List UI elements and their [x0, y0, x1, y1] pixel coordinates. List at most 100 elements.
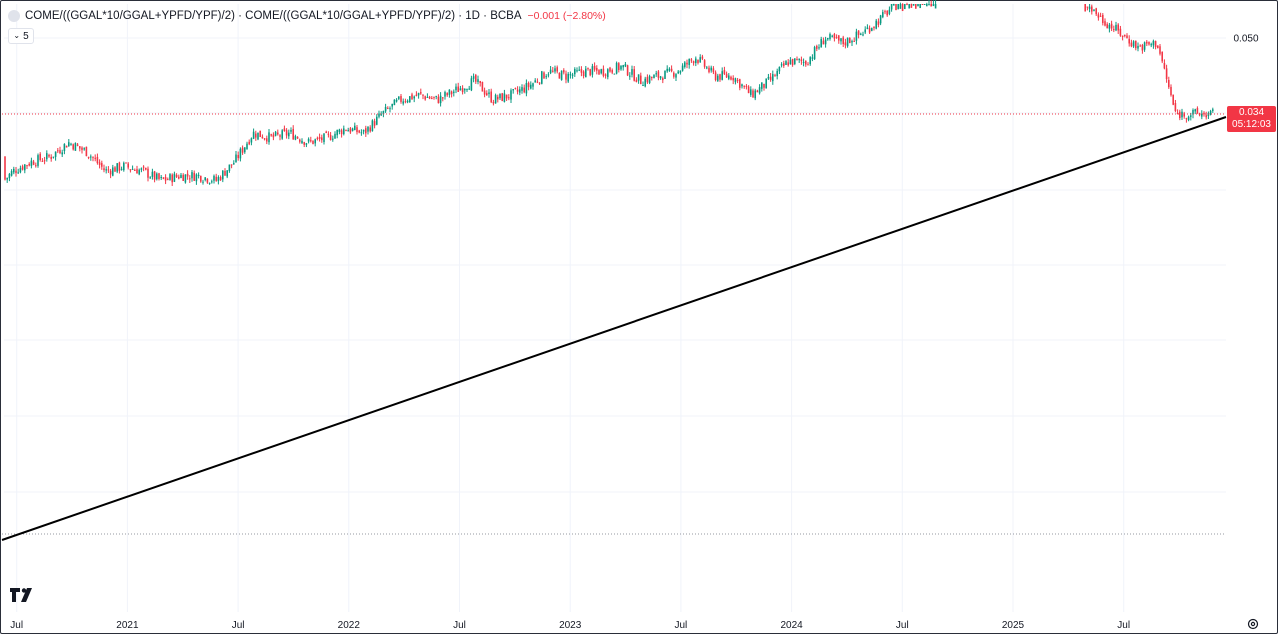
candle-body	[197, 174, 200, 176]
candle-body	[30, 160, 33, 166]
candle-body	[151, 171, 154, 177]
candle-body	[626, 65, 629, 76]
candle-body	[219, 177, 222, 181]
candle-body	[494, 94, 497, 104]
candle-body	[831, 35, 833, 37]
candle-body	[411, 94, 413, 100]
candle-body	[1117, 24, 1119, 31]
candle-body	[118, 162, 121, 171]
candle-body	[794, 58, 796, 65]
candle-body	[257, 132, 259, 140]
candle-body	[252, 131, 255, 139]
price-axis[interactable]: 0.050	[1233, 34, 1258, 45]
candle-body	[21, 166, 24, 170]
candle-body	[362, 129, 365, 132]
candle-body	[767, 76, 770, 79]
candle-body	[490, 91, 492, 103]
candle-body	[488, 92, 490, 95]
candle-body	[664, 70, 666, 79]
candle-body	[752, 90, 754, 98]
candle-body	[732, 77, 734, 81]
candle-body	[28, 164, 30, 166]
price-tick-label: 0.050	[1233, 34, 1258, 45]
bar-countdown: 05:12:03	[1232, 119, 1271, 130]
candle-body	[336, 130, 338, 136]
candle-body	[175, 175, 178, 177]
symbol-title[interactable]: COME/((GGAL*10/GGAL+YPFD/YPF)/2) · COME/…	[25, 10, 522, 22]
candle-body	[1097, 14, 1100, 18]
candle-body	[703, 60, 706, 67]
candle-body	[200, 175, 202, 182]
time-axis[interactable]: Jul 2021 Jul 2022 Jul 2023 Jul 2024 Jul 2025 Jul	[10, 620, 1130, 631]
candle-body	[895, 4, 897, 11]
candle-body	[404, 101, 407, 103]
current-price-label: 0.034 05:12:03	[1227, 106, 1276, 132]
candle-body	[316, 137, 319, 139]
candle-body	[226, 170, 228, 177]
candle-body	[338, 129, 341, 132]
candle-body	[862, 34, 864, 36]
candle-body	[684, 62, 686, 67]
candle-body	[596, 67, 598, 71]
candle-body	[501, 93, 503, 101]
candle-body	[241, 147, 244, 153]
candle-body	[195, 174, 198, 182]
candle-body	[604, 74, 607, 76]
candle-body	[721, 71, 723, 80]
candle-body	[888, 9, 891, 14]
time-tick-label: 2021	[116, 620, 139, 631]
candle-body	[112, 167, 114, 176]
candle-body	[444, 92, 446, 97]
gear-icon[interactable]	[1246, 617, 1260, 631]
candle-body	[63, 144, 66, 152]
candle-body	[395, 99, 398, 102]
candle-body	[1194, 109, 1196, 112]
candle-body	[1148, 41, 1150, 45]
candle-body	[1099, 15, 1102, 17]
candle-body	[1154, 41, 1157, 47]
candle-body	[217, 177, 220, 182]
candle-body	[582, 71, 585, 77]
candle-body	[109, 170, 112, 175]
candle-body	[189, 178, 191, 180]
candle-body	[536, 81, 539, 83]
candle-body	[180, 174, 182, 178]
candle-body	[312, 140, 314, 144]
candle-body	[354, 125, 356, 131]
candle-body	[1143, 42, 1146, 50]
collapse-legend-button[interactable]: ⌄ 5	[8, 28, 34, 44]
candle-body	[6, 177, 8, 180]
candle-body	[587, 67, 589, 69]
candle-body	[87, 156, 90, 158]
time-tick-label: Jul	[896, 620, 909, 631]
candle-body	[791, 58, 794, 66]
candle-body	[589, 69, 591, 76]
candle-body	[635, 79, 638, 82]
candle-body	[673, 72, 675, 77]
candle-body	[514, 88, 517, 90]
candle-body	[340, 130, 343, 135]
candle-body	[763, 83, 765, 88]
candle-body	[1185, 118, 1188, 120]
time-tick-label: Jul	[453, 620, 466, 631]
candle-body	[1130, 42, 1133, 47]
tradingview-logo-icon[interactable]	[10, 588, 36, 602]
candle-body	[492, 101, 495, 104]
candle-body	[739, 79, 741, 88]
candle-body	[61, 152, 63, 155]
candle-body	[750, 89, 752, 95]
candle-body	[743, 85, 745, 87]
candle-body	[162, 177, 165, 179]
candle-body	[191, 172, 193, 179]
candle-body	[879, 15, 882, 24]
candle-body	[125, 162, 127, 164]
candle-body	[274, 131, 277, 136]
candle-body	[756, 90, 759, 93]
candle-body	[585, 68, 587, 78]
candle-body	[76, 144, 79, 146]
candle-body	[50, 156, 52, 159]
candle-body	[204, 177, 206, 181]
candle-body	[266, 138, 268, 142]
candle-body	[901, 4, 904, 12]
price-chart[interactable]: Jul 2021 Jul 2022 Jul 2023 Jul 2024 Jul 2025 Jul 0…	[0, 0, 1280, 636]
